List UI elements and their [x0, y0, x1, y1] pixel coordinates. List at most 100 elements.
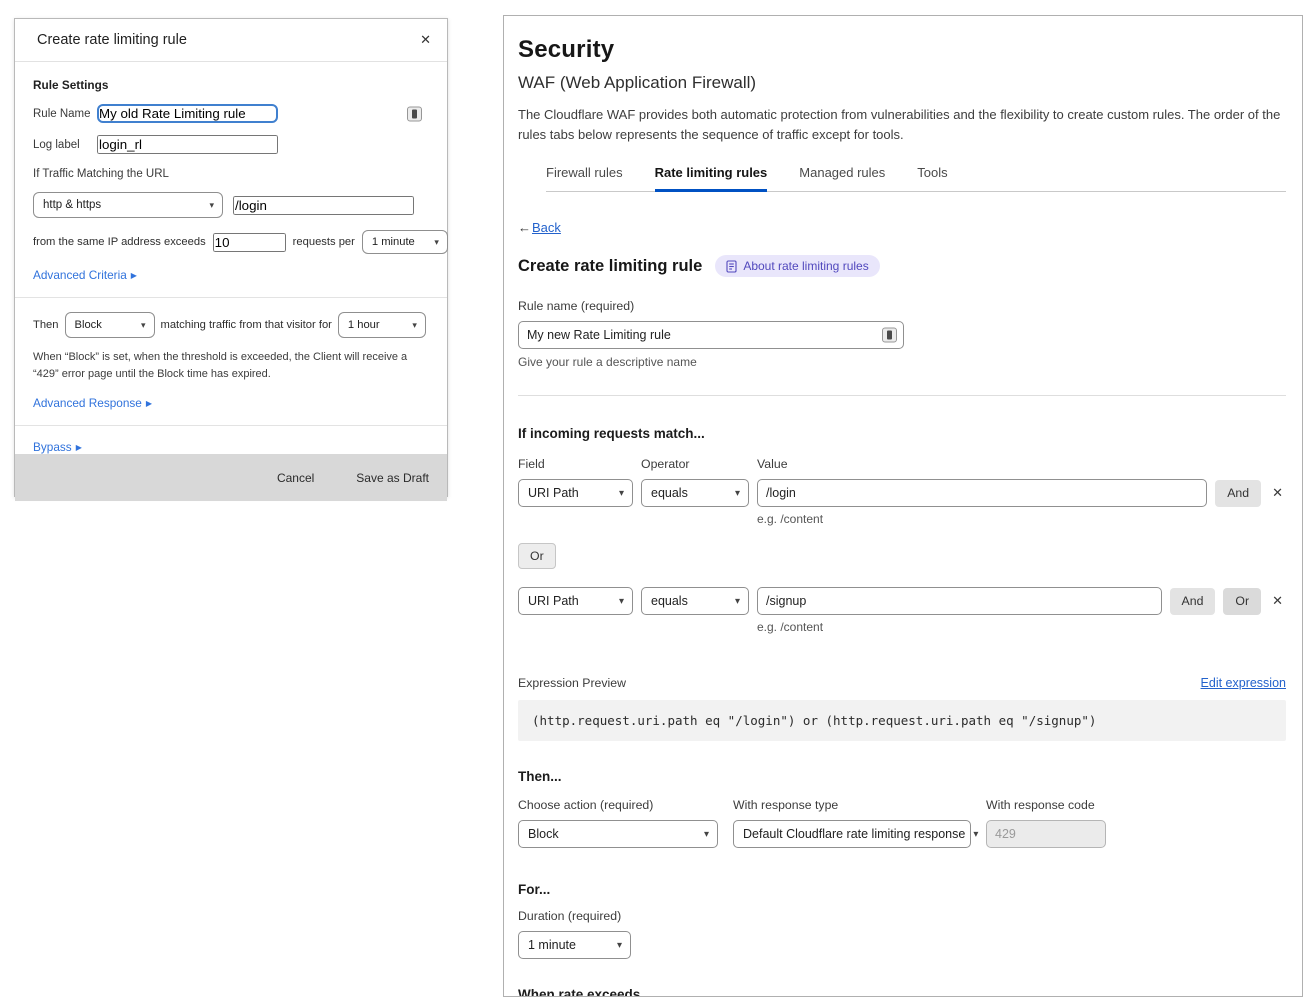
scheme-select[interactable]: http & https ▾ — [33, 192, 223, 218]
tab-rate-limiting-rules[interactable]: Rate limiting rules — [655, 165, 768, 192]
rule-name-input[interactable] — [97, 104, 278, 123]
value-hint: e.g. /content — [757, 512, 1286, 526]
password-manager-glyph — [887, 331, 892, 340]
rule-name-row: Rule Name — [33, 104, 429, 123]
requests-per-text: requests per — [293, 236, 355, 248]
exceeds-prefix-text: from the same IP address exceeds — [33, 236, 206, 248]
bypass-link[interactable]: Bypass ▶ — [33, 440, 82, 454]
condition-row: URI Path ▾ equals ▾ And ✕ — [518, 479, 1286, 507]
rule-name-helper: Give your rule a descriptive name — [518, 355, 1286, 369]
value-input[interactable] — [757, 479, 1207, 507]
divider — [518, 395, 1286, 396]
chevron-down-icon: ▾ — [141, 320, 146, 331]
response-type-select[interactable]: Default Cloudflare rate limiting respons… — [733, 820, 971, 848]
condition-row: URI Path ▾ equals ▾ And Or ✕ — [518, 587, 1286, 615]
page-description: The Cloudflare WAF provides both automat… — [518, 105, 1284, 145]
and-button[interactable]: And — [1215, 480, 1261, 507]
log-label-row: Log label — [33, 135, 429, 154]
back-label: Back — [532, 220, 561, 235]
save-as-draft-button[interactable]: Save as Draft — [356, 471, 429, 485]
tab-bar: Firewall rules Rate limiting rules Manag… — [546, 165, 1286, 192]
field-select[interactable]: URI Path ▾ — [518, 479, 633, 507]
rate-heading: When rate exceeds... — [518, 987, 1286, 997]
password-manager-icon[interactable] — [407, 106, 422, 121]
tab-firewall-rules[interactable]: Firewall rules — [546, 165, 623, 192]
chevron-down-icon: ▾ — [617, 940, 622, 951]
url-match-row: http & https ▾ — [33, 192, 429, 218]
field-select[interactable]: URI Path ▾ — [518, 587, 633, 615]
tab-managed-rules[interactable]: Managed rules — [799, 165, 885, 192]
rule-name-label: Rule name (required) — [518, 299, 1286, 313]
remove-condition-icon[interactable]: ✕ — [1269, 485, 1286, 501]
operator-select-value: equals — [651, 594, 688, 608]
value-column-label: Value — [757, 457, 788, 471]
duration-select[interactable]: 1 minute ▾ — [518, 931, 631, 959]
chevron-down-icon: ▾ — [209, 200, 214, 211]
form-title-row: Create rate limiting rule About rate lim… — [518, 255, 1286, 277]
period-select[interactable]: 1 minute ▾ — [362, 230, 448, 254]
close-icon[interactable]: ✕ — [420, 32, 431, 48]
create-rate-limit-dialog: Create rate limiting rule ✕ Rule Setting… — [14, 18, 448, 497]
expression-preview-header: Expression Preview Edit expression — [518, 676, 1286, 690]
chevron-down-icon: ▾ — [704, 829, 709, 840]
or-connector-button[interactable]: Or — [518, 543, 556, 569]
then-action-row: Then Block ▾ matching traffic from that … — [33, 312, 429, 338]
duration-label: Duration (required) — [518, 909, 1286, 923]
choose-action-select[interactable]: Block ▾ — [518, 820, 718, 848]
ban-duration-value: 1 hour — [348, 319, 380, 331]
page-title: Security — [518, 36, 1286, 64]
match-heading: If incoming requests match... — [518, 426, 1286, 441]
page-subtitle: WAF (Web Application Firewall) — [518, 73, 1286, 93]
or-button[interactable]: Or — [1223, 588, 1261, 615]
response-code-label: With response code — [986, 798, 1106, 812]
url-pattern-input[interactable] — [233, 196, 414, 215]
remove-condition-icon[interactable]: ✕ — [1269, 593, 1286, 609]
password-manager-glyph — [412, 109, 417, 118]
advanced-response-link[interactable]: Advanced Response ▶ — [33, 396, 152, 410]
requests-count-input[interactable] — [213, 233, 286, 252]
value-input[interactable] — [757, 587, 1162, 615]
choose-action-label: Choose action (required) — [518, 798, 718, 812]
chevron-down-icon: ▾ — [973, 829, 978, 840]
chevron-down-icon: ▾ — [412, 320, 417, 331]
action-select[interactable]: Block ▾ — [65, 312, 155, 338]
rule-settings-heading: Rule Settings — [33, 78, 429, 92]
action-select-value: Block — [75, 319, 102, 331]
password-manager-icon[interactable] — [882, 328, 897, 343]
then-heading: Then... — [518, 769, 1286, 784]
dialog-title: Create rate limiting rule — [37, 32, 187, 48]
caret-right-icon: ▶ — [131, 271, 137, 280]
dialog-body: Rule Settings Rule Name Log label If Tra… — [15, 62, 447, 454]
rule-name-label: Rule Name — [33, 108, 97, 120]
caret-right-icon: ▶ — [76, 443, 82, 452]
ban-duration-select[interactable]: 1 hour ▾ — [338, 312, 426, 338]
form-title: Create rate limiting rule — [518, 257, 702, 276]
about-badge-label: About rate limiting rules — [743, 259, 868, 273]
bypass-label: Bypass — [33, 440, 72, 454]
for-heading: For... — [518, 882, 1286, 897]
operator-select[interactable]: equals ▾ — [641, 587, 749, 615]
response-type-value: Default Cloudflare rate limiting respons… — [743, 827, 965, 841]
about-rate-limiting-badge[interactable]: About rate limiting rules — [715, 255, 879, 277]
back-link[interactable]: ← Back — [518, 220, 561, 235]
rule-name-input[interactable] — [518, 321, 904, 349]
period-select-value: 1 minute — [372, 236, 415, 248]
block-note-text: When “Block” is set, when the threshold … — [33, 349, 429, 382]
expression-code: (http.request.uri.path eq "/login") or (… — [518, 700, 1286, 741]
arrow-left-icon: ← — [518, 220, 531, 235]
advanced-criteria-link[interactable]: Advanced Criteria ▶ — [33, 268, 137, 282]
caret-right-icon: ▶ — [146, 399, 152, 408]
response-type-label: With response type — [733, 798, 971, 812]
chevron-down-icon: ▾ — [434, 237, 439, 248]
log-label-input[interactable] — [97, 135, 278, 154]
field-select-value: URI Path — [528, 594, 579, 608]
advanced-response-label: Advanced Response — [33, 396, 142, 410]
and-button[interactable]: And — [1170, 588, 1216, 615]
operator-select-value: equals — [651, 486, 688, 500]
traffic-matching-heading: If Traffic Matching the URL — [33, 168, 429, 180]
tab-tools[interactable]: Tools — [917, 165, 947, 192]
divider — [15, 297, 447, 298]
cancel-button[interactable]: Cancel — [277, 471, 314, 485]
operator-select[interactable]: equals ▾ — [641, 479, 749, 507]
edit-expression-link[interactable]: Edit expression — [1201, 676, 1286, 690]
